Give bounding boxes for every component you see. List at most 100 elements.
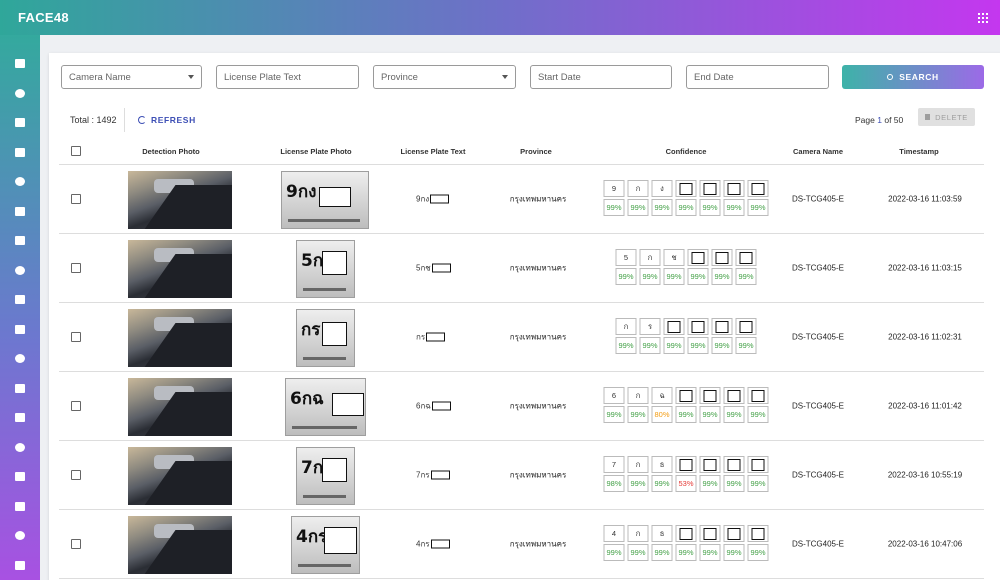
province-select[interactable]: Province <box>373 65 516 89</box>
sidebar-item-13[interactable] <box>0 433 40 463</box>
redacted-char <box>687 249 709 266</box>
plate-text-cell: 6กฉ <box>416 400 451 413</box>
total-count: Total : 1492 <box>70 115 117 125</box>
monitor-icon <box>15 472 25 482</box>
confidence-percent: 99% <box>651 199 673 216</box>
table-row[interactable]: 7กร 7กร กรุงเทพมหานคร 7 98% ก 99% ธ 99% 53% 99% 99%… <box>59 441 984 510</box>
bar-chart-icon <box>15 147 25 157</box>
location-pin-icon <box>15 501 25 511</box>
refresh-button[interactable]: REFRESH <box>138 115 196 125</box>
confidence-percent: 99% <box>639 337 661 354</box>
province-cell: กรุงเทพมหานคร <box>509 194 567 204</box>
confidence-char: 99% <box>663 318 685 354</box>
redacted-char <box>747 387 769 404</box>
trash-icon <box>925 114 931 120</box>
confidence-cell: 4 99% ก 99% ธ 99% 99% 99% 99% 99% <box>603 525 769 561</box>
sidebar-item-11[interactable] <box>0 374 40 404</box>
confidence-percent: 99% <box>675 199 697 216</box>
sidebar-item-15[interactable] <box>0 492 40 522</box>
end-date-input[interactable]: End Date <box>686 65 829 89</box>
detection-photo[interactable] <box>128 447 232 505</box>
start-date-input[interactable]: Start Date <box>530 65 672 89</box>
delete-button[interactable]: DELETE <box>918 108 975 126</box>
confidence-char: 99% <box>699 180 721 216</box>
sidebar-item-7[interactable] <box>0 256 40 286</box>
sidebar-item-8[interactable] <box>0 285 40 315</box>
divider <box>124 108 125 132</box>
row-checkbox[interactable] <box>71 539 81 549</box>
license-plate-photo[interactable]: 9กง <box>281 171 369 229</box>
sidebar-item-14[interactable] <box>0 462 40 492</box>
pagination-info: Page 1 of 50 <box>855 115 903 125</box>
recognized-char: 6 <box>603 387 625 404</box>
license-plate-photo[interactable]: 4กร <box>291 516 360 574</box>
detection-photo[interactable] <box>128 516 232 574</box>
license-plate-photo[interactable]: กร <box>296 309 355 367</box>
row-checkbox[interactable] <box>71 263 81 273</box>
confidence-percent: 80% <box>651 406 673 423</box>
recognized-char: ฉ <box>651 387 673 404</box>
confidence-percent: 99% <box>699 475 721 492</box>
camera-name-select[interactable]: Camera Name <box>61 65 202 89</box>
sidebar-item-6[interactable] <box>0 226 40 256</box>
detection-photo[interactable] <box>128 171 232 229</box>
province-cell: กรุงเทพมหานคร <box>509 332 567 342</box>
sidebar-item-10[interactable] <box>0 344 40 374</box>
detection-photo[interactable] <box>128 309 232 367</box>
recognized-char: ร <box>639 318 661 335</box>
license-plate-text-input[interactable]: License Plate Text <box>216 65 359 89</box>
redaction-box <box>324 527 357 554</box>
sidebar-item-4[interactable] <box>0 167 40 197</box>
recognized-char: ก <box>627 387 649 404</box>
row-checkbox[interactable] <box>71 194 81 204</box>
confidence-percent: 99% <box>651 475 673 492</box>
confidence-char: ธ 99% <box>651 456 673 492</box>
camera-name-cell: DS-TCG405-E <box>791 539 845 549</box>
sidebar-item-16[interactable] <box>0 521 40 551</box>
table-row[interactable]: 6กฉ 6กฉ กรุงเทพมหานคร 6 99% ก 99% ฉ 80% 99% 99% 99%… <box>59 372 984 441</box>
confidence-cell: 9 99% ก 99% ง 99% 99% 99% 99% 99% <box>603 180 769 216</box>
redaction-box <box>319 187 351 207</box>
refresh-button-label: REFRESH <box>151 115 196 125</box>
confidence-percent: 99% <box>747 406 769 423</box>
apps-grid-icon[interactable] <box>978 12 988 23</box>
confidence-percent: 99% <box>627 406 649 423</box>
confidence-percent: 99% <box>699 544 721 561</box>
confidence-cell: 6 99% ก 99% ฉ 80% 99% 99% 99% 99% <box>603 387 769 423</box>
confidence-percent: 99% <box>627 199 649 216</box>
sidebar-item-3[interactable] <box>0 138 40 168</box>
confidence-percent: 99% <box>747 475 769 492</box>
license-plate-photo[interactable]: 6กฉ <box>285 378 366 436</box>
plate-text: กร <box>416 332 426 342</box>
redacted-char <box>675 387 697 404</box>
confidence-char: ธ 99% <box>651 525 673 561</box>
confidence-percent: 99% <box>723 475 745 492</box>
table-row[interactable]: กร กร กรุงเทพมหานครก 99% ร 99% 99% 99% 99% 99% DS-… <box>59 303 984 372</box>
sidebar-item-1[interactable] <box>0 79 40 109</box>
page-suffix: of 50 <box>884 115 904 125</box>
select-all-checkbox[interactable] <box>71 146 81 156</box>
plate-text-cell: 4กร <box>416 538 450 551</box>
sidebar-item-0[interactable] <box>0 49 40 79</box>
row-checkbox[interactable] <box>71 401 81 411</box>
table-row[interactable]: 9กง 9กง กรุงเทพมหานคร 9 99% ก 99% ง 99% 99% 99% 99%… <box>59 165 984 234</box>
search-button[interactable]: SEARCH <box>842 65 984 89</box>
sidebar-item-5[interactable] <box>0 197 40 227</box>
row-checkbox[interactable] <box>71 470 81 480</box>
confidence-percent: 99% <box>627 475 649 492</box>
sidebar-item-2[interactable] <box>0 108 40 138</box>
confidence-percent: 99% <box>699 406 721 423</box>
detection-photo[interactable] <box>128 240 232 298</box>
detection-photo[interactable] <box>128 378 232 436</box>
recognized-char: ก <box>627 180 649 197</box>
sidebar-item-9[interactable] <box>0 315 40 345</box>
row-checkbox[interactable] <box>71 332 81 342</box>
table-row[interactable]: 4กร 4กร กรุงเทพมหานคร 4 99% ก 99% ธ 99% 99% 99% 99%… <box>59 510 984 579</box>
sidebar-item-17[interactable] <box>0 551 40 580</box>
license-plate-photo[interactable]: 5กช <box>296 240 355 298</box>
sidebar-item-12[interactable] <box>0 403 40 433</box>
license-plate-photo[interactable]: 7กร <box>296 447 355 505</box>
table-row[interactable]: 5กช 5กช กรุงเทพมหานคร 5 99% ก 99% ช 99% 99% 99% 99%… <box>59 234 984 303</box>
plate-photo-characters: กร <box>301 320 321 340</box>
timestamp-cell: 2022-03-16 11:02:31 <box>888 332 962 342</box>
